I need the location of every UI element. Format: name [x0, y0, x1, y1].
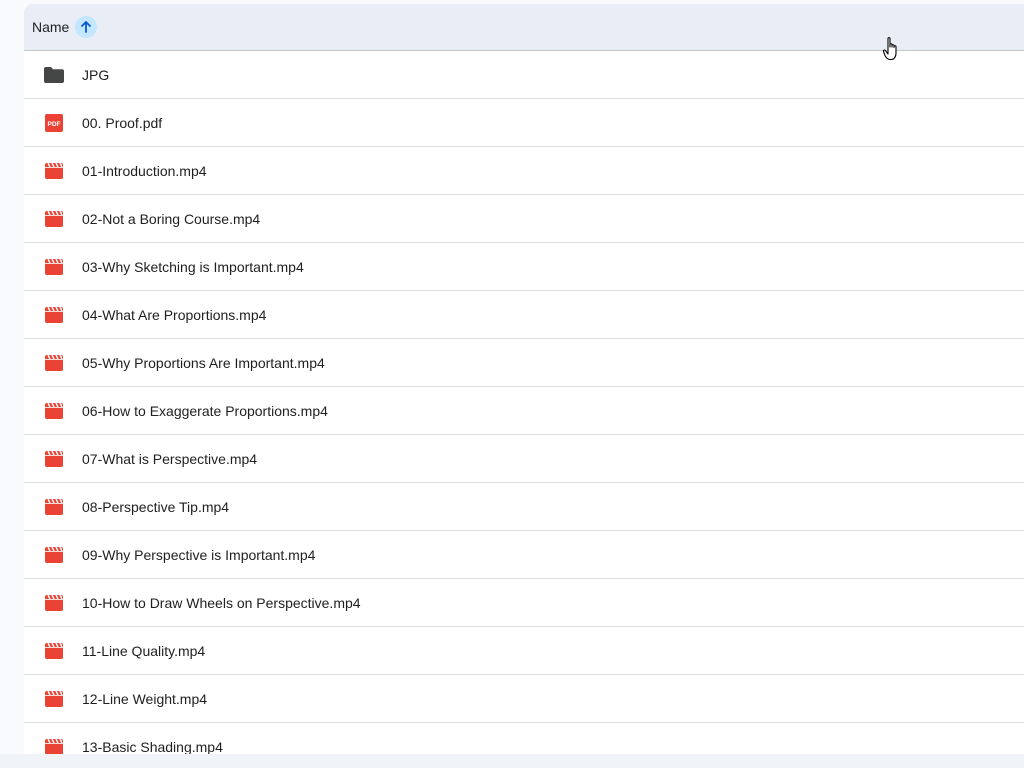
file-row[interactable]: 09-Why Perspective is Important.mp4 [24, 531, 1024, 579]
file-name: 09-Why Perspective is Important.mp4 [82, 546, 316, 563]
video-icon [44, 257, 64, 277]
video-icon [44, 641, 64, 661]
name-column-label: Name [32, 19, 70, 35]
file-name: 08-Perspective Tip.mp4 [82, 498, 230, 515]
file-row[interactable]: 03-Why Sketching is Important.mp4 [24, 243, 1024, 291]
file-row[interactable]: 12-Line Weight.mp4 [24, 675, 1024, 723]
hand-pointer-cursor-icon [882, 37, 897, 61]
video-icon [44, 401, 64, 421]
video-icon [44, 449, 64, 469]
file-name: 00. Proof.pdf [82, 114, 163, 131]
video-icon [44, 689, 64, 709]
file-name: 02-Not a Boring Course.mp4 [82, 210, 261, 227]
video-icon [44, 545, 64, 565]
file-row[interactable]: 05-Why Proportions Are Important.mp4 [24, 339, 1024, 387]
file-row[interactable]: 07-What is Perspective.mp4 [24, 435, 1024, 483]
svg-text:PDF: PDF [48, 121, 61, 128]
file-name: 03-Why Sketching is Important.mp4 [82, 258, 304, 275]
pdf-icon: PDF [44, 113, 64, 133]
video-icon [44, 497, 64, 517]
video-icon [44, 161, 64, 181]
file-row[interactable]: 02-Not a Boring Course.mp4 [24, 195, 1024, 243]
file-name: 12-Line Weight.mp4 [82, 690, 208, 707]
video-icon [44, 353, 64, 373]
video-icon [44, 209, 64, 229]
file-name: JPG [82, 66, 110, 83]
file-list: JPG PDF 00. Proof.pdf 01-Introduction.mp4 02… [24, 51, 1024, 768]
file-name: 06-How to Exaggerate Proportions.mp4 [82, 402, 328, 419]
file-row[interactable]: 01-Introduction.mp4 [24, 147, 1024, 195]
file-name: 01-Introduction.mp4 [82, 162, 207, 179]
file-row[interactable]: PDF 00. Proof.pdf [24, 99, 1024, 147]
video-icon [44, 305, 64, 325]
sort-ascending-button[interactable] [75, 16, 98, 38]
file-row[interactable]: 11-Line Quality.mp4 [24, 627, 1024, 675]
file-list-panel: Name JPG PDF 00. Proof.pdf 01-Introduction.… [24, 4, 1024, 768]
file-row[interactable]: 08-Perspective Tip.mp4 [24, 483, 1024, 531]
file-name: 04-What Are Proportions.mp4 [82, 306, 267, 323]
file-row[interactable]: 04-What Are Proportions.mp4 [24, 291, 1024, 339]
name-column-header[interactable]: Name [32, 16, 98, 38]
file-name: 11-Line Quality.mp4 [82, 642, 206, 659]
file-name: 05-Why Proportions Are Important.mp4 [82, 354, 325, 371]
file-name: 07-What is Perspective.mp4 [82, 450, 258, 467]
file-name: 10-How to Draw Wheels on Perspective.mp4 [82, 594, 361, 611]
bottom-strip [0, 754, 1024, 768]
file-row[interactable]: 06-How to Exaggerate Proportions.mp4 [24, 387, 1024, 435]
file-list-header: Name [24, 4, 1024, 51]
file-row[interactable]: 10-How to Draw Wheels on Perspective.mp4 [24, 579, 1024, 627]
folder-icon [44, 65, 64, 85]
video-icon [44, 593, 64, 613]
file-name: 13-Basic Shading.mp4 [82, 738, 223, 755]
file-row[interactable]: JPG [24, 51, 1024, 99]
arrow-up-icon [81, 21, 92, 33]
